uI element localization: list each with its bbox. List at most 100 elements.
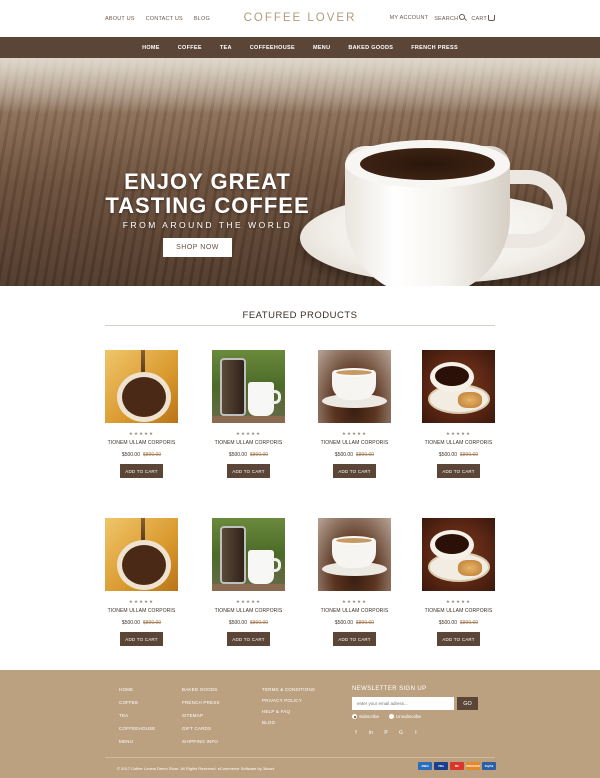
product-name[interactable]: TIONEM ULLAM CORPORIS [105, 608, 178, 614]
product-price: $500.00 $890.00 [422, 620, 495, 626]
product-name[interactable]: TIONEM ULLAM CORPORIS [212, 608, 285, 614]
product-name[interactable]: TIONEM ULLAM CORPORIS [422, 608, 495, 614]
add-to-cart-button[interactable]: ADD TO CART [227, 464, 270, 478]
product-image[interactable] [105, 350, 178, 423]
hero-title-line1: ENJOY GREAT [124, 169, 291, 194]
rating-stars: ★★★★★ [341, 599, 368, 604]
add-to-cart-button[interactable]: ADD TO CART [437, 464, 480, 478]
subscribe-option[interactable]: Subscribe [352, 714, 379, 719]
price-old: $890.00 [250, 452, 269, 458]
product-card[interactable]: ★★★★★ TIONEM ULLAM CORPORIS $500.00 $890.00… [212, 350, 285, 478]
rating-stars: ★★★★★ [235, 431, 262, 436]
add-to-cart-button[interactable]: ADD TO CART [120, 632, 163, 646]
social-links: f in P G t [353, 730, 419, 736]
footer-link-coffee[interactable]: COFFEE [119, 700, 155, 705]
payment-icon-visa: VISA [434, 762, 448, 770]
cart-icon [488, 15, 495, 21]
unsubscribe-option[interactable]: Unsubscribe [389, 714, 421, 719]
footer-link-terms[interactable]: TERMS & CONDITIONS [262, 687, 315, 692]
product-name[interactable]: TIONEM ULLAM CORPORIS [422, 440, 495, 446]
footer-link-baked-goods[interactable]: BAKED GOODS [182, 687, 220, 692]
unsubscribe-radio[interactable] [389, 714, 395, 719]
product-name[interactable]: TIONEM ULLAM CORPORIS [318, 440, 391, 446]
nav-coffee[interactable]: COFFEE [178, 45, 202, 51]
footer-col-shop: BAKED GOODS FRENCH PRESS SITEMAP GIFT CA… [182, 687, 220, 752]
footer-link-tea[interactable]: TEA [119, 713, 155, 718]
footer-link-help-faq[interactable]: HELP & FAQ [262, 709, 315, 714]
product-image[interactable] [318, 350, 391, 423]
product-image[interactable] [212, 518, 285, 591]
nav-french-press[interactable]: FRENCH PRESS [411, 45, 458, 51]
cart-link[interactable]: CART [471, 14, 495, 22]
footer-link-home[interactable]: HOME [119, 687, 155, 692]
hero-subtitle: FROM AROUND THE WORLD [122, 220, 293, 230]
footer-link-coffeehouse[interactable]: COFFEEHOUSE [119, 726, 155, 731]
product-price: $500.00 $890.00 [318, 620, 391, 626]
product-image[interactable] [212, 350, 285, 423]
footer-link-gift-cards[interactable]: GIFT CARDS [182, 726, 220, 731]
price-current: $500.00 [121, 620, 140, 626]
product-name[interactable]: TIONEM ULLAM CORPORIS [318, 608, 391, 614]
linkedin-icon[interactable]: in [368, 730, 374, 736]
product-name[interactable]: TIONEM ULLAM CORPORIS [105, 440, 178, 446]
rating-stars: ★★★★★ [235, 599, 262, 604]
newsletter-title: NEWSLETTER SIGN UP [352, 686, 427, 692]
footer-link-privacy[interactable]: PRIVACY POLICY [262, 698, 315, 703]
product-card[interactable]: ★★★★★ TIONEM ULLAM CORPORIS $500.00 $890.00… [318, 518, 391, 646]
add-to-cart-button[interactable]: ADD TO CART [333, 464, 376, 478]
payment-icon-discover: DISCOVER [466, 762, 480, 770]
price-old: $890.00 [250, 620, 269, 626]
product-image[interactable] [422, 350, 495, 423]
payment-icon-paypal: PayPal [482, 762, 496, 770]
footer-link-sitemap[interactable]: SITEMAP [182, 713, 220, 718]
footer-link-shipping-info[interactable]: SHIPPING INFO [182, 739, 220, 744]
price-current: $500.00 [228, 620, 247, 626]
top-bar: ABOUT US CONTACT US BLOG COFFEE LOVER MY… [0, 0, 600, 37]
copyright-text: © 2017 Coffee Lovers Demo Store. All Rig… [117, 766, 276, 771]
nav-coffeehouse[interactable]: COFFEEHOUSE [250, 45, 295, 51]
nav-tea[interactable]: TEA [220, 45, 232, 51]
nav-home[interactable]: HOME [142, 45, 160, 51]
product-card[interactable]: ★★★★★ TIONEM ULLAM CORPORIS $500.00 $890.00… [105, 350, 178, 478]
newsletter-go-button[interactable]: GO [457, 697, 478, 710]
footer-link-french-press[interactable]: FRENCH PRESS [182, 700, 220, 705]
product-card[interactable]: ★★★★★ TIONEM ULLAM CORPORIS $500.00 $890.00… [422, 350, 495, 478]
google-plus-icon[interactable]: G [398, 730, 404, 736]
payment-icon-mc: MC [450, 762, 464, 770]
add-to-cart-button[interactable]: ADD TO CART [227, 632, 270, 646]
product-image[interactable] [422, 518, 495, 591]
add-to-cart-button[interactable]: ADD TO CART [437, 632, 480, 646]
nav-baked-goods[interactable]: BAKED GOODS [348, 45, 393, 51]
product-image[interactable] [318, 518, 391, 591]
nav-menu[interactable]: MENU [313, 45, 330, 51]
price-old: $890.00 [460, 452, 479, 458]
product-name[interactable]: TIONEM ULLAM CORPORIS [212, 440, 285, 446]
account-links: MY ACCOUNT SEARCH CART [390, 14, 495, 22]
product-card[interactable]: ★★★★★ TIONEM ULLAM CORPORIS $500.00 $890.00… [212, 518, 285, 646]
footer-link-blog[interactable]: BLOG [262, 720, 315, 725]
footer-link-menu[interactable]: MENU [119, 739, 155, 744]
shop-now-button[interactable]: SHOP NOW [163, 238, 232, 257]
price-old: $890.00 [356, 452, 375, 458]
product-card[interactable]: ★★★★★ TIONEM ULLAM CORPORIS $500.00 $890.00… [422, 518, 495, 646]
twitter-icon[interactable]: t [413, 730, 419, 736]
add-to-cart-button[interactable]: ADD TO CART [333, 632, 376, 646]
payment-icon-amex: AMEX [418, 762, 432, 770]
newsletter-options: Subscribe Unsubscribe [352, 714, 421, 719]
add-to-cart-button[interactable]: ADD TO CART [120, 464, 163, 478]
site-logo[interactable]: COFFEE LOVER [0, 12, 600, 24]
product-image[interactable] [105, 518, 178, 591]
facebook-icon[interactable]: f [353, 730, 359, 736]
featured-products-title: FEATURED PRODUCTS [242, 310, 358, 321]
footer-col-categories: HOME COFFEE TEA COFFEEHOUSE MENU [119, 687, 155, 752]
newsletter-email-input[interactable] [352, 697, 454, 710]
subscribe-radio[interactable] [352, 714, 357, 719]
product-card[interactable]: ★★★★★ TIONEM ULLAM CORPORIS $500.00 $890.00… [318, 350, 391, 478]
search-link[interactable]: SEARCH [434, 14, 466, 22]
product-card[interactable]: ★★★★★ TIONEM ULLAM CORPORIS $500.00 $890.00… [105, 518, 178, 646]
pinterest-icon[interactable]: P [383, 730, 389, 736]
my-account-link[interactable]: MY ACCOUNT [390, 15, 429, 21]
price-current: $500.00 [121, 452, 140, 458]
rating-stars: ★★★★★ [341, 431, 368, 436]
rating-stars: ★★★★★ [445, 599, 472, 604]
